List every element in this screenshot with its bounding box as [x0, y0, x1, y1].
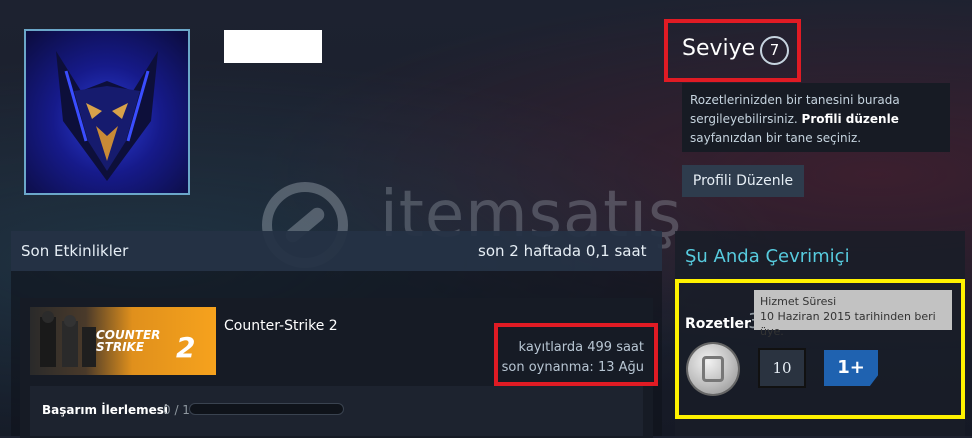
username-redacted: [224, 30, 322, 63]
badges-label[interactable]: Rozetler: [685, 316, 751, 332]
level-badge[interactable]: 7: [760, 36, 789, 65]
tooltip-text: 10 Haziran 2015 tarihinden beri üye.: [760, 310, 936, 338]
online-status: Şu Anda Çevrimiçi: [685, 246, 850, 267]
achievement-label[interactable]: Başarım İlerlemesi: [42, 403, 168, 417]
banner-text-2: STRIKE: [96, 340, 145, 354]
game-banner[interactable]: COUNTER STRIKE 2: [30, 307, 216, 375]
badge-ten-icon[interactable]: 10: [758, 348, 806, 388]
banner-number: 2: [176, 331, 196, 364]
badge-info-panel: Rozetlerinizden bir tanesini burada serg…: [682, 83, 950, 152]
edit-profile-link[interactable]: Profili düzenle: [802, 112, 899, 126]
badge-tooltip: Hizmet Süresi 10 Haziran 2015 tarihinden…: [754, 290, 952, 338]
activity-hours: son 2 haftada 0,1 saat: [478, 242, 647, 260]
years-service-badge-icon[interactable]: [688, 344, 738, 394]
badge-info-text-2: sayfanızdan bir tane seçiniz.: [690, 131, 862, 145]
game-name-link[interactable]: Counter-Strike 2: [224, 318, 338, 334]
activity-title[interactable]: Son Etkinlikler: [21, 242, 128, 260]
edit-profile-button[interactable]: Profili Düzenle: [682, 165, 804, 197]
achievement-progress-bar: [189, 403, 344, 415]
hours-on-record: kayıtlarda 499 saat: [518, 340, 644, 355]
level-label: Seviye: [682, 36, 756, 61]
tooltip-title: Hizmet Süresi: [760, 295, 837, 308]
last-played: son oynanma: 13 Ağu: [501, 360, 644, 375]
avatar[interactable]: [24, 29, 190, 195]
badge-one-plus-icon[interactable]: 1+: [824, 350, 878, 386]
wolf-avatar-icon: [56, 51, 158, 181]
achievement-count: 0 / 1: [163, 403, 190, 417]
